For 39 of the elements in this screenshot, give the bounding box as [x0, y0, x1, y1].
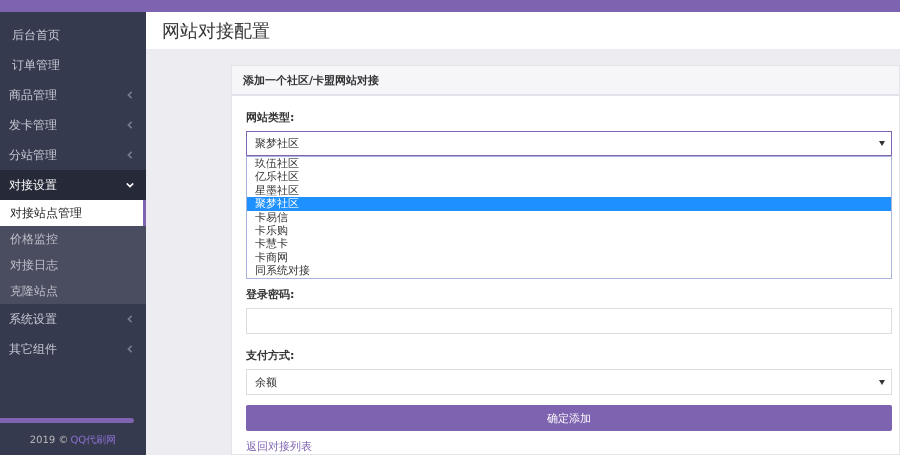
password-field[interactable]	[246, 308, 892, 334]
page-title: 网站对接配置	[162, 20, 270, 42]
back-link[interactable]: 返回对接列表	[246, 439, 312, 454]
field-label: 登录密码:	[246, 287, 296, 302]
field-label: 支付方式:	[246, 348, 296, 363]
dropdown-option[interactable]: 星墨社区	[247, 184, 891, 198]
payment-select[interactable]: 余额	[246, 369, 892, 395]
caret-icon	[879, 141, 885, 146]
sidebar-item[interactable]: 系统设置	[0, 304, 146, 334]
submenu-item[interactable]: 对接日志	[0, 252, 146, 278]
submenu-item[interactable]: 价格监控	[0, 226, 146, 252]
sidebar-item[interactable]: 分站管理	[0, 140, 146, 170]
dropdown-option[interactable]: 卡乐购	[247, 224, 891, 238]
panel-title: 添加一个社区/卡盟网站对接	[243, 72, 380, 88]
caret-icon	[879, 380, 885, 384]
sidebar-item[interactable]: 对接设置	[0, 170, 146, 200]
dropdown-option[interactable]: 玖伍社区	[247, 157, 891, 170]
chevron-left-icon	[126, 345, 134, 353]
chevron-left-icon	[126, 121, 134, 129]
dropdown-option[interactable]: 卡商网	[247, 250, 891, 264]
field-label: 网站类型:	[246, 110, 296, 125]
chevron-left-icon	[126, 151, 134, 159]
submenu-item[interactable]: 克隆站点	[0, 278, 146, 304]
copyright-text: 2019 ©	[30, 435, 68, 446]
sidebar-item[interactable]: 订单管理	[0, 50, 146, 80]
dropdown-option[interactable]: 卡慧卡	[247, 237, 891, 251]
sidebar-item[interactable]: 其它组件	[0, 334, 146, 364]
dropdown-option[interactable]: 同系统对接	[247, 264, 891, 278]
chevron-left-icon	[126, 91, 134, 99]
dropdown-option[interactable]: 卡易信	[247, 210, 891, 224]
chevron-left-icon	[126, 315, 134, 323]
sidebar-item[interactable]: 发卡管理	[0, 110, 146, 140]
sidebar-item[interactable]: 商品管理	[0, 80, 146, 110]
dropdown-option[interactable]: 亿乐社区	[247, 170, 891, 184]
submenu-item[interactable]: 对接站点管理	[0, 200, 146, 226]
submit-button[interactable]: 确定添加	[246, 405, 892, 431]
sidebar-item[interactable]: 后台首页	[0, 20, 146, 50]
chevron-down-icon	[126, 181, 134, 189]
site-type-select[interactable]: 聚梦社区	[246, 131, 892, 156]
